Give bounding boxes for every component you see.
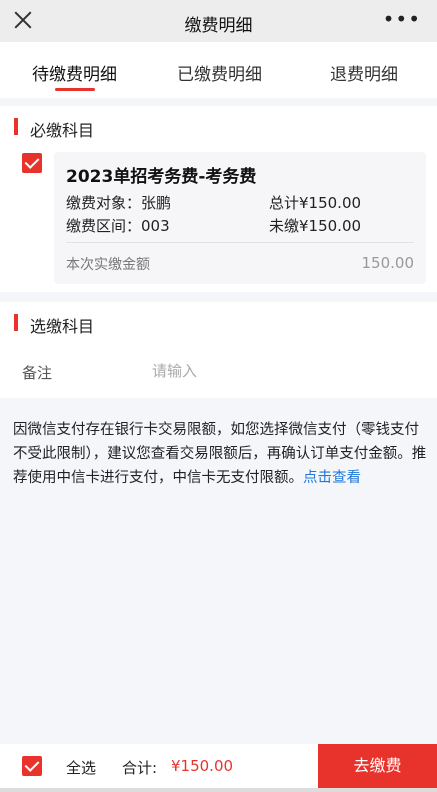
active-tab-indicator — [55, 88, 95, 91]
bottom-edge — [0, 788, 437, 792]
section-marker — [14, 118, 18, 135]
tab-pending-fees[interactable]: 待缴费明细 — [32, 60, 117, 85]
tab-bar: 待缴费明细 已缴费明细 退费明细 — [0, 42, 437, 98]
fee-item-checkbox[interactable] — [22, 153, 42, 173]
tab-paid-fees[interactable]: 已缴费明细 — [177, 60, 262, 85]
section-marker — [14, 314, 18, 331]
select-all-checkbox[interactable] — [22, 756, 42, 776]
required-section-title: 必缴科目 — [30, 121, 95, 140]
required-fee-list: 2023单招考务费-考务费 缴费对象：张鹏 总计¥150.00 缴费区间：003… — [0, 146, 437, 292]
pay-button[interactable]: 去缴费 — [318, 744, 437, 788]
fee-item-card: 2023单招考务费-考务费 缴费对象：张鹏 总计¥150.00 缴费区间：003… — [54, 152, 426, 284]
fee-item-name: 2023单招考务费-考务费 — [66, 167, 257, 187]
remark-row: 备注 — [0, 342, 437, 398]
total-amount: ¥150.00 — [171, 757, 234, 775]
remark-label: 备注 — [22, 364, 53, 382]
total-label: 合计: — [122, 759, 158, 777]
required-section-header: 必缴科目 — [0, 106, 437, 146]
actual-pay-label: 本次实缴金额 — [66, 257, 150, 273]
bottom-action-bar: 全选 合计: ¥150.00 去缴费 — [0, 744, 437, 788]
payment-notice: 因微信支付存在银行卡交易限额，如您选择微信支付（零钱支付不受此限制），建议您查看… — [13, 418, 427, 490]
fee-unpaid: 未缴¥150.00 — [269, 217, 362, 235]
divider — [66, 242, 414, 243]
select-all-label[interactable]: 全选 — [66, 757, 96, 778]
tab-refund-fees[interactable]: 退费明细 — [330, 60, 398, 85]
optional-section-title: 选缴科目 — [30, 317, 95, 336]
notice-text: 因微信支付存在银行卡交易限额，如您选择微信支付（零钱支付不受此限制），建议您查看… — [13, 422, 427, 486]
fee-total: 总计¥150.00 — [269, 194, 362, 212]
page-title: 缴费明细 — [184, 16, 253, 36]
fee-range: 缴费区间：003 — [66, 217, 170, 235]
view-details-link[interactable]: 点击查看 — [303, 470, 361, 486]
fee-payer: 缴费对象：张鹏 — [66, 194, 172, 212]
more-options-icon[interactable]: ••• — [383, 9, 421, 29]
top-navbar: 缴费明细 ••• — [0, 0, 437, 42]
optional-section-header: 选缴科目 — [0, 302, 437, 342]
remark-input[interactable] — [152, 358, 412, 384]
actual-pay-amount[interactable]: 150.00 — [362, 254, 415, 272]
